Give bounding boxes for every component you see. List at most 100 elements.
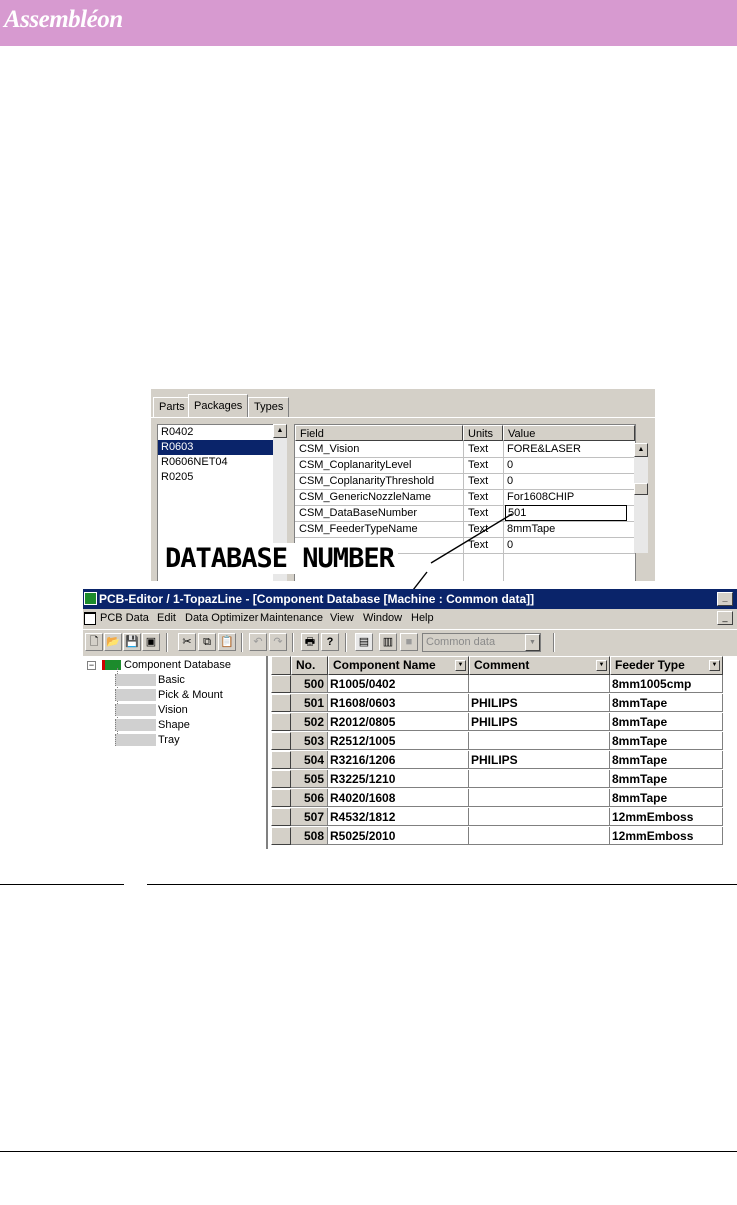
field-row[interactable]: CSM_Vision Text FORE&LASER (295, 441, 635, 458)
field-row-database-number[interactable]: CSM_DataBaseNumber Text 501 (295, 505, 635, 522)
menu-maintenance[interactable]: Maintenance (260, 609, 323, 628)
cell-component-name[interactable]: R4532/1812 (328, 808, 469, 826)
cell-feeder-type[interactable]: 8mmTape (610, 694, 723, 712)
grid-corner[interactable] (271, 656, 291, 675)
column-dropdown-icon[interactable]: ▼ (455, 660, 466, 671)
print-icon[interactable]: 🖶 (301, 633, 319, 651)
scroll-up-icon[interactable]: ▲ (634, 443, 648, 457)
cell-no[interactable]: 501 (291, 694, 328, 712)
cell-comment[interactable] (469, 789, 610, 807)
cell-no[interactable]: 507 (291, 808, 328, 826)
scroll-thumb[interactable] (634, 483, 648, 495)
field-row[interactable]: CSM_GenericNozzleName Text For1608CHIP (295, 489, 635, 506)
document-icon[interactable] (84, 612, 96, 625)
undo-icon[interactable]: ↶ (249, 633, 267, 651)
tree-item-pick-mount[interactable]: Pick & Mount (115, 688, 223, 703)
row-selector[interactable] (271, 827, 291, 845)
table-row[interactable]: 506 R4020/1608 8mmTape (268, 789, 728, 808)
cell-comment[interactable]: PHILIPS (469, 751, 610, 769)
cell-feeder-type[interactable]: 12mmEmboss (610, 827, 723, 845)
cell-comment[interactable] (469, 770, 610, 788)
row-selector[interactable] (271, 675, 291, 693)
tree-item-tray[interactable]: Tray (115, 733, 180, 748)
column-header-no[interactable]: No. (291, 656, 328, 675)
row-selector[interactable] (271, 751, 291, 769)
table-row[interactable]: 500 R1005/0402 8mm1005cmp (268, 675, 728, 694)
field-row[interactable]: CSM_CoplanarityThreshold Text 0 (295, 473, 635, 490)
table-row[interactable]: 508 R5025/2010 12mmEmboss (268, 827, 728, 846)
row-selector[interactable] (271, 789, 291, 807)
column-dropdown-icon[interactable]: ▼ (709, 660, 720, 671)
scroll-up-icon[interactable]: ▲ (273, 424, 287, 438)
column-header-value[interactable]: Value (503, 425, 635, 441)
open-folder-icon[interactable]: 📂 (104, 633, 122, 651)
cell-no[interactable]: 502 (291, 713, 328, 731)
tab-packages[interactable]: Packages (188, 394, 249, 418)
cell-no[interactable]: 500 (291, 675, 328, 693)
save-all-icon[interactable]: ▣ (142, 633, 160, 651)
row-selector[interactable] (271, 770, 291, 788)
cell-component-name[interactable]: R3216/1206 (328, 751, 469, 769)
cell-component-name[interactable]: R4020/1608 (328, 789, 469, 807)
view-grid-icon[interactable]: ■ (400, 633, 418, 651)
menu-edit[interactable]: Edit (157, 609, 176, 628)
paste-icon[interactable]: 📋 (218, 633, 236, 651)
redo-icon[interactable]: ↷ (269, 633, 287, 651)
minimize-icon[interactable]: _ (717, 592, 733, 606)
child-minimize-icon[interactable]: _ (717, 611, 733, 625)
cell-component-name[interactable]: R1005/0402 (328, 675, 469, 693)
field-row[interactable]: CSM_FeederTypeName Text 8mmTape (295, 521, 635, 538)
new-file-icon[interactable]: 🗋 (85, 633, 103, 651)
view-detail-icon[interactable]: ▥ (379, 633, 397, 651)
column-header-component-name[interactable]: Component Name ▼ (328, 656, 469, 675)
view-list-icon[interactable]: ▤ (355, 633, 373, 651)
package-item[interactable]: R0205 (158, 470, 274, 485)
row-selector[interactable] (271, 694, 291, 712)
table-row[interactable]: 504 R3216/1206 PHILIPS 8mmTape (268, 751, 728, 770)
menu-window[interactable]: Window (363, 609, 402, 628)
cell-no[interactable]: 505 (291, 770, 328, 788)
cell-comment[interactable] (469, 732, 610, 750)
cell-component-name[interactable]: R3225/1210 (328, 770, 469, 788)
cell-no[interactable]: 504 (291, 751, 328, 769)
table-row[interactable]: 502 R2012/0805 PHILIPS 8mmTape (268, 713, 728, 732)
menu-view[interactable]: View (330, 609, 354, 628)
row-selector[interactable] (271, 808, 291, 826)
machine-data-combo[interactable]: Common data ▼ (422, 633, 541, 652)
row-selector[interactable] (271, 732, 291, 750)
cell-feeder-type[interactable]: 8mmTape (610, 713, 723, 731)
window-title-bar[interactable]: PCB-Editor / 1-TopazLine - [Component Da… (83, 589, 737, 609)
column-header-units[interactable]: Units (463, 425, 503, 441)
cell-feeder-type[interactable]: 12mmEmboss (610, 808, 723, 826)
tab-parts[interactable]: Parts (153, 397, 191, 417)
collapse-icon[interactable]: − (87, 660, 96, 670)
cell-no[interactable]: 506 (291, 789, 328, 807)
cell-no[interactable]: 508 (291, 827, 328, 845)
row-selector[interactable] (271, 713, 291, 731)
cell-no[interactable]: 503 (291, 732, 328, 750)
cell-component-name[interactable]: R2012/0805 (328, 713, 469, 731)
column-header-comment[interactable]: Comment ▼ (469, 656, 610, 675)
cell-feeder-type[interactable]: 8mmTape (610, 732, 723, 750)
copy-icon[interactable]: ⧉ (198, 633, 216, 651)
cell-comment[interactable]: PHILIPS (469, 713, 610, 731)
cell-comment[interactable] (469, 808, 610, 826)
cell-component-name[interactable]: R5025/2010 (328, 827, 469, 845)
tree-item-vision[interactable]: Vision (115, 703, 188, 718)
table-row[interactable]: 507 R4532/1812 12mmEmboss (268, 808, 728, 827)
cell-feeder-type[interactable]: 8mmTape (610, 751, 723, 769)
table-row[interactable]: 503 R2512/1005 8mmTape (268, 732, 728, 751)
cell-component-name[interactable]: R1608/0603 (328, 694, 469, 712)
help-icon[interactable]: ? (321, 633, 339, 651)
field-table-scrollbar[interactable]: ▲ (634, 443, 648, 553)
column-dropdown-icon[interactable]: ▼ (596, 660, 607, 671)
menu-help[interactable]: Help (411, 609, 434, 628)
cut-icon[interactable]: ✂ (178, 633, 196, 651)
tree-item-shape[interactable]: Shape (115, 718, 190, 733)
cell-feeder-type[interactable]: 8mm1005cmp (610, 675, 723, 693)
menu-pcb-data[interactable]: PCB Data (100, 609, 149, 628)
cell-comment[interactable]: PHILIPS (469, 694, 610, 712)
tree-item-basic[interactable]: Basic (115, 673, 185, 688)
package-item-selected[interactable]: R0603 (158, 440, 274, 455)
package-item[interactable]: R0606NET04 (158, 455, 274, 470)
